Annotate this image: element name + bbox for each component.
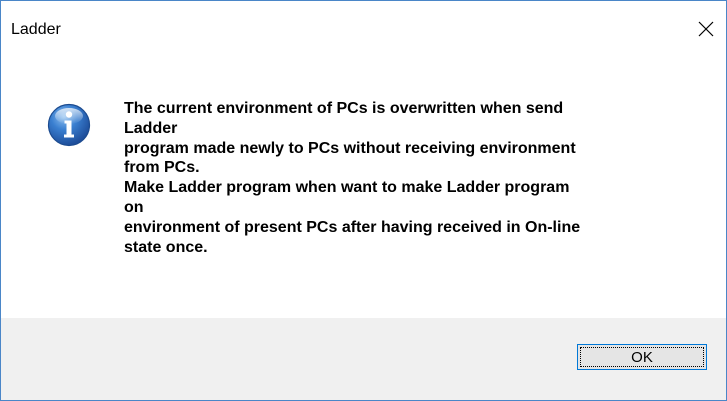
close-button[interactable] [686, 9, 726, 49]
message-dialog: Ladder The current environment of PCs is… [0, 0, 727, 401]
message-line: Ladder [124, 119, 178, 137]
button-bar: OK [1, 318, 726, 400]
message-line: The current environment of PCs is overwr… [124, 100, 564, 117]
message-line: on [124, 198, 144, 216]
window-title: Ladder [11, 21, 61, 38]
message-line: state once. [124, 238, 208, 256]
close-icon [698, 21, 714, 37]
message-line: program made newly to PCs without receiv… [124, 139, 576, 157]
dialog-content: The current environment of PCs is overwr… [1, 63, 726, 318]
message-text: The current environment of PCs is overwr… [124, 99, 704, 257]
message-line: environment of present PCs after having … [124, 218, 581, 236]
message-line: Make Ladder program when want to make La… [124, 179, 570, 197]
ok-button[interactable]: OK [577, 344, 707, 370]
title-bar[interactable]: Ladder [1, 1, 726, 63]
ok-button-label: OK [580, 347, 704, 367]
message-line: from PCs. [124, 159, 200, 177]
info-icon [47, 103, 91, 147]
